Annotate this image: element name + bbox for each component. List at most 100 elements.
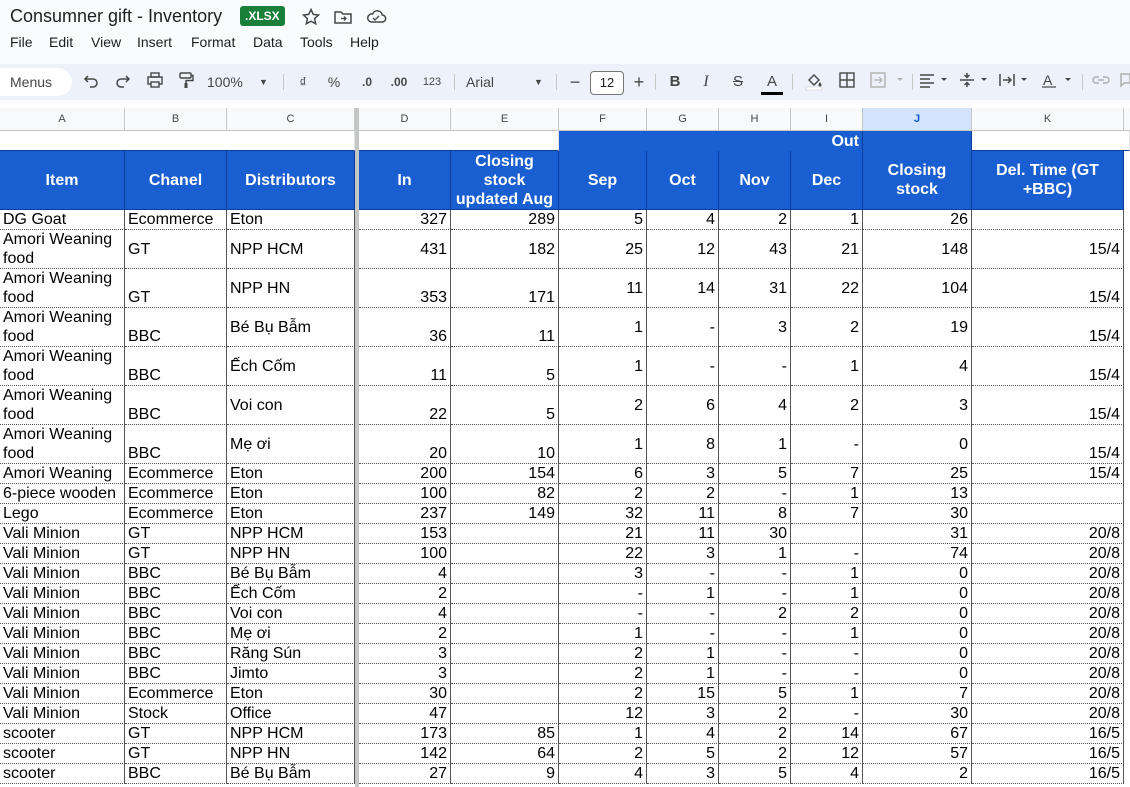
italic-button[interactable]: I (697, 71, 715, 93)
text-wrapping-icon[interactable] (998, 71, 1032, 93)
cell-nov[interactable]: - (719, 584, 791, 604)
cell-distributor[interactable]: Eton (227, 504, 355, 524)
cell-distributor[interactable]: NPP HCM (227, 230, 355, 269)
cell-delivery-time[interactable]: 16/5 (972, 764, 1124, 784)
cell-closing-aug[interactable]: 149 (451, 504, 559, 524)
cell-delivery-time[interactable] (972, 504, 1124, 524)
cell-distributor[interactable]: Voi con (227, 604, 355, 624)
column-header-b[interactable]: B (125, 108, 227, 130)
cell-chanel[interactable]: Ecommerce (125, 504, 227, 524)
cell-closing[interactable]: 7 (863, 684, 972, 704)
cell-delivery-time[interactable]: 16/5 (972, 744, 1124, 764)
cell-dec[interactable]: 4 (791, 764, 863, 784)
cell-delivery-time[interactable]: 15/4 (972, 269, 1124, 308)
cell-distributor[interactable]: Voi con (227, 386, 355, 425)
cell-distributor[interactable]: Bé Bụ Bẫm (227, 564, 355, 584)
cell-in[interactable]: 2 (359, 624, 451, 644)
redo-icon[interactable] (112, 71, 134, 93)
cell-sep[interactable]: 5 (559, 210, 647, 230)
header-delivery-time[interactable]: Del. Time (GT +BBC) (972, 151, 1124, 210)
cell-sep[interactable]: 2 (559, 744, 647, 764)
cell-item[interactable]: Amori Weaning food (0, 269, 125, 308)
column-header-h[interactable]: H (719, 108, 791, 130)
text-color-button[interactable]: A (761, 71, 783, 95)
cell-oct[interactable]: - (647, 308, 719, 347)
cell-sep[interactable]: 1 (559, 425, 647, 464)
text-rotation-icon[interactable]: A (1040, 71, 1076, 93)
cell-chanel[interactable]: Ecommerce (125, 464, 227, 484)
cell-closing[interactable]: 0 (863, 644, 972, 664)
cell-nov[interactable]: - (719, 564, 791, 584)
cell-sep[interactable]: 2 (559, 386, 647, 425)
menu-tools[interactable]: Tools (300, 34, 333, 50)
cell-oct[interactable]: 4 (647, 724, 719, 744)
cell-oct[interactable]: - (647, 624, 719, 644)
column-header-f[interactable]: F (559, 108, 647, 130)
menu-help[interactable]: Help (350, 34, 379, 50)
cell-nov[interactable]: 8 (719, 504, 791, 524)
horizontal-align-icon[interactable] (918, 71, 952, 93)
column-header-g[interactable]: G (647, 108, 719, 130)
cell-closing-aug[interactable]: 289 (451, 210, 559, 230)
cell-distributor[interactable]: Jimto (227, 664, 355, 684)
cell-closing[interactable]: 0 (863, 664, 972, 684)
cell-sep[interactable]: 1 (559, 724, 647, 744)
cell-closing[interactable]: 4 (863, 347, 972, 386)
cell-in[interactable]: 153 (359, 524, 451, 544)
fill-color-icon[interactable] (803, 71, 825, 93)
cell-oct[interactable]: 1 (647, 664, 719, 684)
cell-distributor[interactable]: Eton (227, 484, 355, 504)
strikethrough-button[interactable]: S (729, 71, 747, 93)
cell-closing-aug[interactable] (451, 684, 559, 704)
cell-nov[interactable]: 1 (719, 425, 791, 464)
cell-oct[interactable]: 3 (647, 704, 719, 724)
cell-closing-aug[interactable]: 5 (451, 386, 559, 425)
paint-format-icon[interactable] (175, 71, 197, 93)
cell-chanel[interactable]: BBC (125, 584, 227, 604)
cell-delivery-time[interactable]: 20/8 (972, 664, 1124, 684)
cell-item[interactable]: Vali Minion (0, 624, 125, 644)
menu-file[interactable]: File (10, 34, 33, 50)
cell-sep[interactable]: 2 (559, 684, 647, 704)
cell-in[interactable]: 3 (359, 644, 451, 664)
vertical-align-icon[interactable] (958, 71, 992, 93)
cell-closing-aug[interactable] (451, 624, 559, 644)
cell-delivery-time[interactable]: 15/4 (972, 230, 1124, 269)
cell-closing-aug[interactable] (451, 524, 559, 544)
cell-nov[interactable]: 2 (719, 210, 791, 230)
cell-oct[interactable]: 5 (647, 744, 719, 764)
cell-nov[interactable]: 5 (719, 464, 791, 484)
cell-distributor[interactable]: NPP HCM (227, 724, 355, 744)
percent-format-button[interactable]: % (325, 71, 343, 93)
menu-insert[interactable]: Insert (137, 34, 172, 50)
cell-chanel[interactable]: GT (125, 230, 227, 269)
cell-in[interactable]: 142 (359, 744, 451, 764)
cell-oct[interactable]: 6 (647, 386, 719, 425)
increase-decimal-button[interactable]: .00 (387, 71, 411, 93)
cell-oct[interactable]: 15 (647, 684, 719, 704)
cell-distributor[interactable]: Eton (227, 684, 355, 704)
cell-closing[interactable]: 0 (863, 425, 972, 464)
cell-chanel[interactable]: GT (125, 744, 227, 764)
column-header-e[interactable]: E (451, 108, 559, 130)
merge-cells-icon[interactable] (868, 71, 908, 93)
cell-nov[interactable]: - (719, 347, 791, 386)
column-header-d[interactable]: D (359, 108, 451, 130)
cell-delivery-time[interactable]: 20/8 (972, 544, 1124, 564)
cell-closing-aug[interactable]: 10 (451, 425, 559, 464)
cell-delivery-time[interactable]: 15/4 (972, 347, 1124, 386)
cell-item[interactable]: Amori Weaning food (0, 425, 125, 464)
cell-item[interactable]: Vali Minion (0, 604, 125, 624)
column-header-c[interactable]: C (227, 108, 355, 130)
cell-delivery-time[interactable]: 20/8 (972, 644, 1124, 664)
header-distributors[interactable]: Distributors (227, 151, 355, 210)
cell-dec[interactable]: - (791, 664, 863, 684)
cell-sep[interactable]: 11 (559, 269, 647, 308)
cell-in[interactable]: 237 (359, 504, 451, 524)
cell-oct[interactable]: 11 (647, 504, 719, 524)
cell-item[interactable]: scooter (0, 724, 125, 744)
cell-closing[interactable]: 2 (863, 764, 972, 784)
cell-sep[interactable]: - (559, 584, 647, 604)
cell-closing-aug[interactable]: 85 (451, 724, 559, 744)
cell-nov[interactable]: 43 (719, 230, 791, 269)
